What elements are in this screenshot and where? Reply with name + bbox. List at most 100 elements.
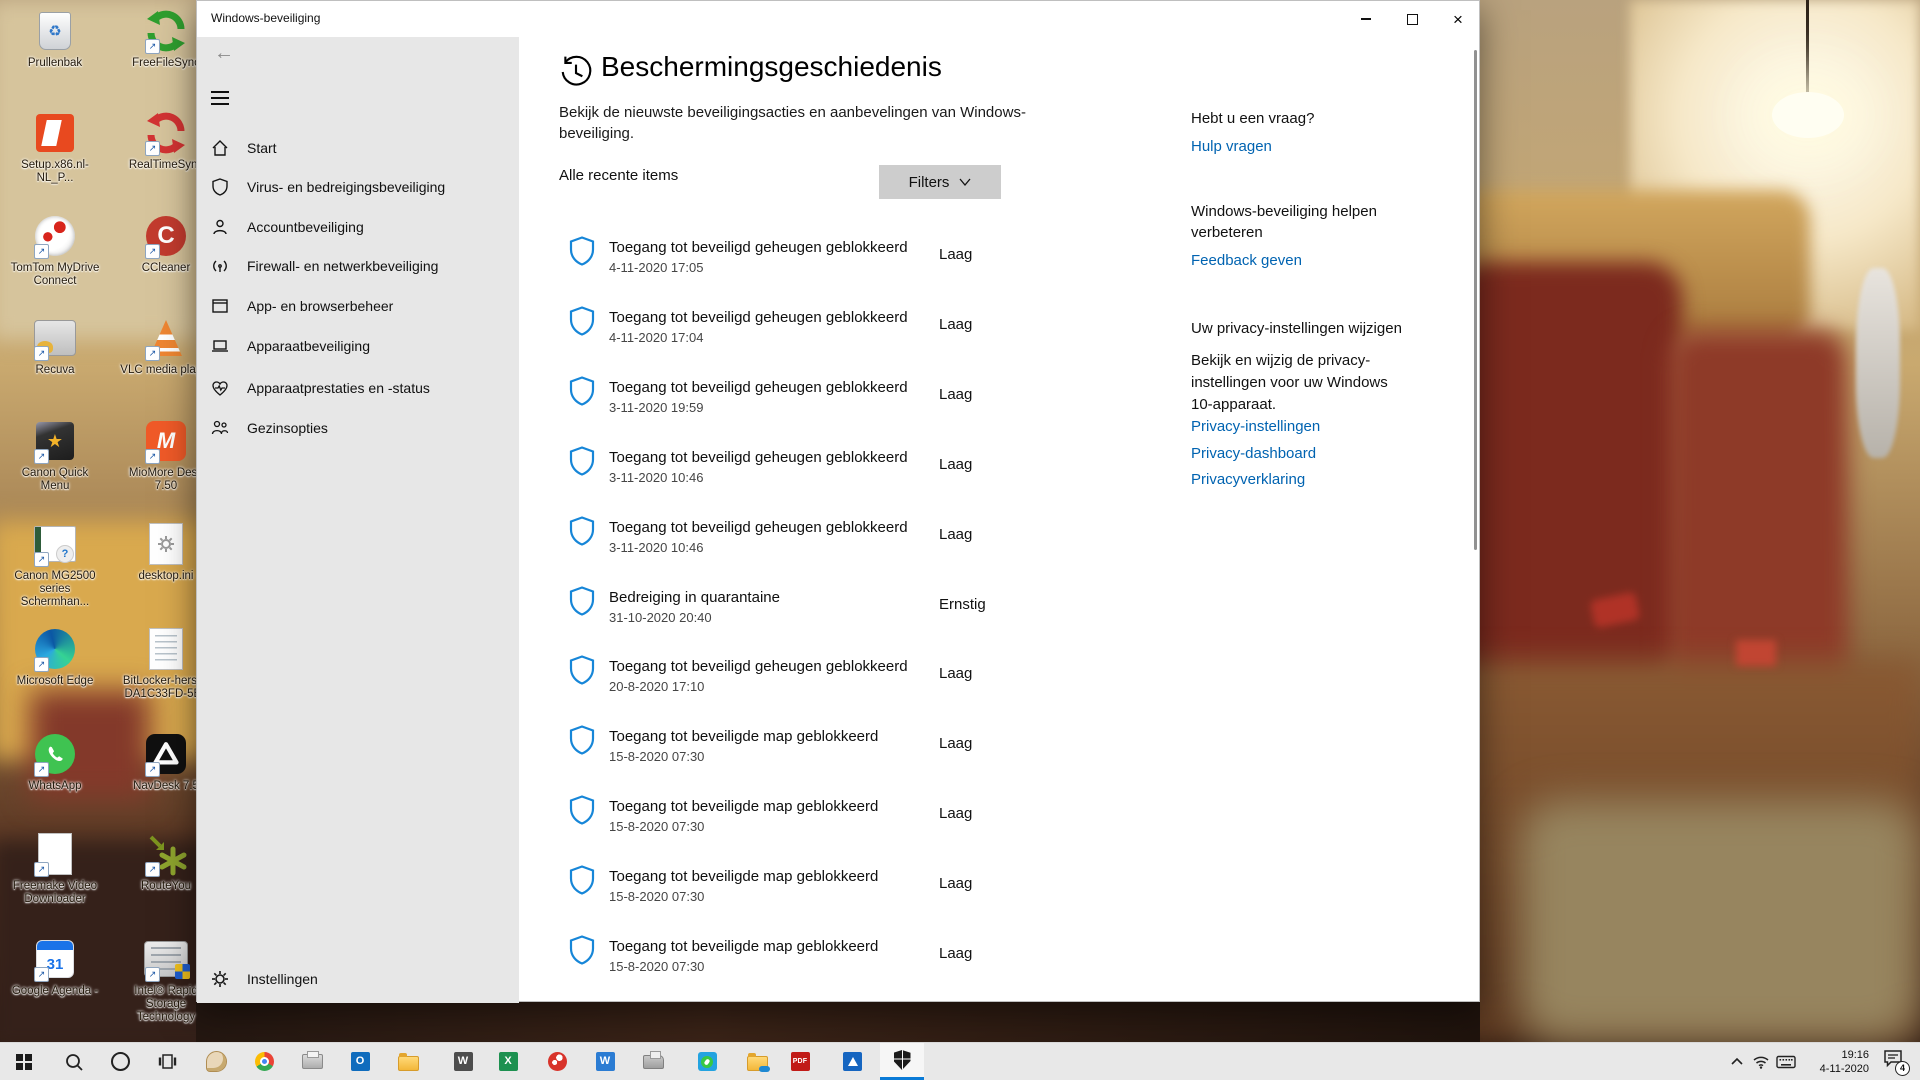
tray-expand-button[interactable] [1727, 1043, 1747, 1080]
pdf-icon: PDF [791, 1052, 810, 1071]
sidebar-item-virus[interactable]: Virus- en bedreigingsbeveiliging [197, 167, 519, 207]
shield-icon [569, 725, 595, 755]
page-title: Beschermingsgeschiedenis [601, 51, 942, 83]
help-link[interactable]: Hulp vragen [1191, 138, 1272, 155]
shortcut-arrow-icon: ↗ [145, 862, 160, 877]
windows-security-shield-icon [894, 1050, 911, 1070]
cortana-icon [111, 1052, 130, 1071]
desktop-icon-tomtom[interactable]: ↗ TomTom MyDrive Connect [7, 213, 103, 288]
wifi-icon [1752, 1055, 1770, 1069]
recycle-bin-icon: ♻ [39, 12, 71, 50]
shortcut-arrow-icon: ↗ [145, 244, 160, 259]
filters-button[interactable]: Filters [879, 165, 1001, 199]
desktop-icon-whatsapp[interactable]: ↗ WhatsApp [7, 731, 103, 793]
sidebar-item-start[interactable]: Start [197, 128, 519, 168]
taskbar-word[interactable]: W [585, 1043, 625, 1080]
severity-label: Laag [939, 665, 972, 682]
taskbar-outlook[interactable]: O [340, 1043, 380, 1080]
windows-security-window: Windows-beveiliging × ← Start Virus- en … [196, 0, 1480, 1002]
menu-icon[interactable] [211, 91, 229, 105]
taskbar-word-legacy[interactable]: W [443, 1043, 483, 1080]
desktop-icon-office-setup[interactable]: Setup.x86.nl-NL_P... [7, 110, 103, 185]
list-item[interactable]: Toegang tot beveiligde map geblokkeerd 1… [559, 792, 989, 848]
list-item[interactable]: Toegang tot beveiligd geheugen geblokkee… [559, 513, 989, 569]
shield-icon [569, 516, 595, 546]
feedback-heading: Windows-beveiliging helpen verbeteren [1191, 201, 1403, 243]
shortcut-arrow-icon: ↗ [34, 762, 49, 777]
maximize-button[interactable] [1389, 1, 1435, 37]
list-item[interactable]: Toegang tot beveiligde map geblokkeerd 1… [559, 932, 989, 988]
feedback-link[interactable]: Feedback geven [1191, 252, 1302, 269]
shortcut-arrow-icon: ↗ [145, 449, 160, 464]
list-item[interactable]: Toegang tot beveiligd geheugen geblokkee… [559, 233, 989, 289]
minimize-button[interactable] [1343, 1, 1389, 37]
maximize-icon [1407, 14, 1418, 25]
desktop-icon-prullenbak[interactable]: ♻ Prullenbak [7, 8, 103, 70]
list-item[interactable]: Toegang tot beveiligd geheugen geblokkee… [559, 443, 989, 499]
word-legacy-icon: W [454, 1052, 473, 1071]
privacy-dashboard-link[interactable]: Privacy-dashboard [1191, 445, 1316, 462]
office-setup-icon [36, 114, 74, 152]
taskbar-search-button[interactable] [54, 1043, 94, 1080]
taskbar-windows-security[interactable] [880, 1043, 924, 1080]
shield-icon [569, 586, 595, 616]
severity-label: Laag [939, 735, 972, 752]
sidebar-item-device-health[interactable]: Apparaatprestaties en -status [197, 368, 519, 408]
desktop-icon-canon-mg2500[interactable]: ↗ Canon MG2500 series Schermhan... [7, 521, 103, 609]
sidebar-item-app-browser[interactable]: App- en browserbeheer [197, 286, 519, 326]
taskbar-scanner[interactable] [633, 1043, 673, 1080]
taskbar-chrome[interactable] [244, 1043, 284, 1080]
list-item[interactable]: Toegang tot beveiligd geheugen geblokkee… [559, 652, 989, 708]
taskbar-fax[interactable] [292, 1043, 332, 1080]
taskbar-clock[interactable]: 19:16 4-11-2020 [1789, 1048, 1869, 1076]
taskbar-scan-app[interactable] [832, 1043, 872, 1080]
sidebar-item-account[interactable]: Accountbeveiliging [197, 207, 519, 247]
tray-wifi[interactable] [1750, 1043, 1772, 1080]
sidebar-item-firewall[interactable]: Firewall- en netwerkbeveiliging [197, 246, 519, 286]
list-item[interactable]: Bedreiging in quarantaine 31-10-2020 20:… [559, 583, 989, 639]
gear-icon [211, 970, 229, 988]
title-bar[interactable]: Windows-beveiliging × [197, 1, 1479, 37]
sidebar-item-device-security[interactable]: Apparaatbeveiliging [197, 326, 519, 366]
taskbar-pdf[interactable]: PDF [780, 1043, 820, 1080]
action-center-button[interactable]: 4 [1882, 1049, 1908, 1075]
cortana-button[interactable] [100, 1043, 140, 1080]
shortcut-arrow-icon: ↗ [34, 449, 49, 464]
taskbar-file-explorer[interactable] [388, 1043, 428, 1080]
taskbar-excel[interactable]: X [488, 1043, 528, 1080]
severity-label: Laag [939, 805, 972, 822]
chevron-up-icon [1730, 1057, 1744, 1067]
taskbar-whatsapp[interactable] [687, 1043, 727, 1080]
back-button[interactable]: ← [209, 41, 239, 67]
sidebar-item-settings[interactable]: Instellingen [197, 959, 519, 999]
sidebar-item-family[interactable]: Gezinsopties [197, 408, 519, 448]
shield-icon [211, 178, 229, 196]
task-view-button[interactable] [147, 1043, 187, 1080]
scan-app-icon [843, 1052, 862, 1071]
list-item[interactable]: Toegang tot beveiligd geheugen geblokkee… [559, 373, 989, 429]
close-button[interactable]: × [1435, 1, 1481, 37]
start-button[interactable] [4, 1043, 44, 1080]
list-item[interactable]: Toegang tot beveiligde map geblokkeerd 1… [559, 862, 989, 918]
taskbar-onedrive-folder[interactable] [737, 1043, 777, 1080]
privacy-settings-link[interactable]: Privacy-instellingen [1191, 418, 1320, 435]
severity-label: Laag [939, 526, 972, 543]
privacy-statement-link[interactable]: Privacyverklaring [1191, 471, 1305, 488]
taskbar-tomtom[interactable] [537, 1043, 577, 1080]
chrome-icon [255, 1052, 274, 1071]
desktop-icon-edge[interactable]: ↗ Microsoft Edge [7, 626, 103, 688]
desktop-icon-freemake[interactable]: ↗ Freemake Video Downloader [7, 831, 103, 906]
list-item[interactable]: Toegang tot beveiligde map geblokkeerd 1… [559, 722, 989, 778]
desktop-icon-recuva[interactable]: ↗ Recuva [7, 315, 103, 377]
onedrive-folder-icon [747, 1056, 768, 1071]
desktop-icon-google-agenda[interactable]: 31 ↗ Google Agenda - [7, 936, 103, 998]
shortcut-arrow-icon: ↗ [34, 346, 49, 361]
list-item[interactable]: Toegang tot beveiligd geheugen geblokkee… [559, 303, 989, 359]
person-icon [211, 218, 229, 236]
desktop-icon-canon-quick-menu[interactable]: ★ ↗ Canon Quick Menu [7, 418, 103, 493]
vertical-scrollbar[interactable] [1474, 50, 1477, 550]
taskbar-paint[interactable] [196, 1043, 236, 1080]
question-heading: Hebt u een vraag? [1191, 110, 1314, 127]
shield-icon [569, 935, 595, 965]
shortcut-arrow-icon: ↗ [34, 244, 49, 259]
